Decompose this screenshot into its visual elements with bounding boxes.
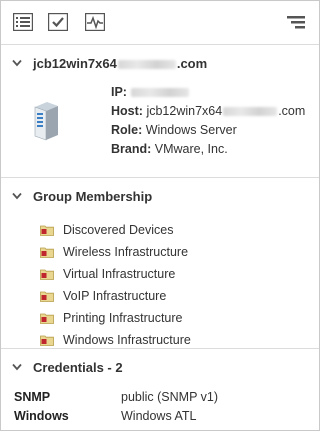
credentials-section: Credentials - 2 SNMP public (SNMP v1) Wi…: [1, 349, 319, 429]
role-label: Role:: [111, 123, 143, 137]
ip-label: IP:: [111, 85, 127, 99]
group-label[interactable]: Virtual Infrastructure: [63, 267, 175, 281]
group-label[interactable]: Discovered Devices: [63, 223, 173, 237]
credential-type: Windows: [14, 409, 69, 423]
brand-value: VMware, Inc.: [154, 142, 228, 156]
host-suffix: .com: [278, 104, 306, 118]
chevron-down-icon[interactable]: [12, 59, 22, 67]
device-name-suffix: .com: [176, 56, 208, 71]
redacted-text: [117, 60, 176, 70]
device-section-header[interactable]: jcb12win7x64 .com: [1, 45, 319, 79]
folder-icon: [40, 269, 54, 280]
checklist-icon[interactable]: [48, 13, 68, 33]
role-value: Windows Server: [145, 123, 237, 137]
device-properties: IP: Host: jcb12win7x64 .com Role: Windows…: [111, 83, 305, 159]
group-membership-section: Group Membership Discovered Devices Wire…: [1, 178, 319, 349]
menu-icon[interactable]: [286, 13, 306, 33]
ip-row: IP:: [111, 83, 305, 102]
host-prefix: jcb12win7x64: [146, 104, 223, 118]
host-row: Host: jcb12win7x64 .com: [111, 102, 305, 121]
device-details-panel: jcb12win7x64 .com IP: Host: jcb12win7x64.…: [0, 0, 320, 431]
role-row: Role: Windows Server: [111, 121, 305, 140]
toolbar: [1, 1, 319, 45]
server-icon: [34, 102, 58, 141]
credentials-title: Credentials - 2: [33, 360, 123, 375]
credential-value: public (SNMP v1): [121, 390, 219, 404]
folder-icon: [40, 335, 54, 346]
credentials-header[interactable]: Credentials - 2: [1, 349, 319, 385]
folder-icon: [40, 291, 54, 302]
credential-type: SNMP: [14, 390, 51, 404]
performance-chart-icon[interactable]: [85, 13, 105, 33]
device-section: jcb12win7x64 .com IP: Host: jcb12win7x64.…: [1, 45, 319, 178]
folder-icon: [40, 247, 54, 258]
redacted-host: [223, 107, 278, 117]
brand-row: Brand: VMware, Inc.: [111, 140, 305, 159]
group-label[interactable]: Windows Infrastructure: [63, 333, 191, 347]
redacted-ip: [131, 88, 190, 98]
group-label[interactable]: Printing Infrastructure: [63, 311, 183, 325]
group-label[interactable]: Wireless Infrastructure: [63, 245, 188, 259]
brand-label: Brand:: [111, 142, 152, 156]
device-name-prefix: jcb12win7x64: [33, 56, 117, 71]
chevron-down-icon[interactable]: [12, 363, 22, 371]
group-membership-header[interactable]: Group Membership: [1, 178, 319, 214]
credential-value: Windows ATL: [121, 409, 197, 423]
device-name: jcb12win7x64 .com: [33, 56, 207, 71]
chevron-down-icon[interactable]: [12, 192, 22, 200]
host-label: Host:: [111, 104, 143, 118]
list-details-icon[interactable]: [13, 13, 33, 33]
folder-icon: [40, 225, 54, 236]
folder-icon: [40, 313, 54, 324]
group-label[interactable]: VoIP Infrastructure: [63, 289, 166, 303]
group-membership-title: Group Membership: [33, 189, 153, 204]
